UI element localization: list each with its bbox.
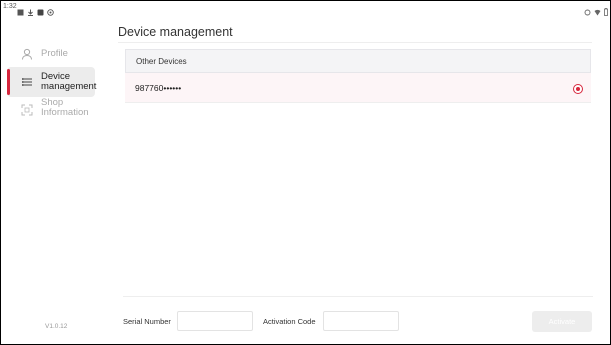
status-system-icons [584,3,608,21]
devices-table: Other Devices 987760•••••• [125,49,591,103]
app-screen: 1:32 Profile Device management Shop Info… [0,0,611,345]
sidebar-item-label: Shop Information [41,97,89,118]
battery-icon [604,3,608,21]
device-radio-selected[interactable] [573,84,583,94]
serial-number-input[interactable] [177,311,253,331]
person-icon [21,47,33,60]
divider [123,296,593,297]
list-icon [21,75,33,87]
table-row[interactable]: 987760•••••• [125,73,591,103]
app-version: V1.0.12 [45,323,68,330]
table-header: Other Devices [125,49,591,73]
sidebar: Profile Device management Shop Informati… [1,1,97,344]
divider [118,42,592,43]
sidebar-item-label: Profile [41,48,68,59]
activation-code-input[interactable] [323,311,399,331]
page-title: Device management [118,25,233,39]
sidebar-item-shop-information[interactable]: Shop Information [7,95,95,125]
sidebar-item-device-management[interactable]: Device management [7,67,96,97]
serial-number-label: Serial Number [123,317,171,326]
activate-button[interactable]: Activate [532,311,592,332]
scan-icon [21,103,33,116]
wifi-icon [594,3,601,21]
sidebar-item-label: Device management [41,71,97,92]
sidebar-item-profile[interactable]: Profile [7,39,95,69]
device-serial: 987760•••••• [135,82,182,93]
activation-code-label: Activation Code [263,317,316,326]
location-icon [584,3,591,21]
